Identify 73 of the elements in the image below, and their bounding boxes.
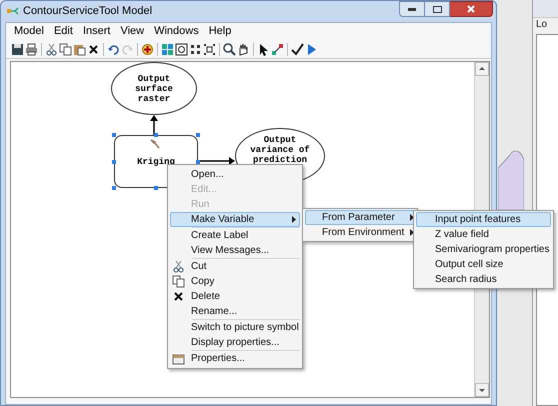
pointer-icon[interactable] bbox=[257, 42, 270, 56]
node-label: Kriging bbox=[137, 156, 175, 166]
menu-item[interactable]: Delete bbox=[170, 289, 300, 304]
menu-item[interactable]: From Parameter bbox=[305, 210, 415, 225]
menu-item[interactable]: Properties... bbox=[170, 351, 300, 366]
scissors-icon[interactable] bbox=[45, 42, 58, 56]
menu-item[interactable]: Semivariogram properties bbox=[416, 242, 551, 257]
menu-item[interactable]: Output cell size bbox=[416, 257, 551, 272]
menu-item[interactable]: Input point features bbox=[416, 212, 551, 227]
selection-handle[interactable] bbox=[154, 133, 158, 137]
copy-icon[interactable] bbox=[59, 42, 72, 56]
copy-icon bbox=[172, 275, 185, 288]
save-icon[interactable] bbox=[11, 42, 24, 56]
hammer-icon bbox=[149, 138, 160, 149]
menu-item[interactable]: Make Variable bbox=[170, 212, 300, 227]
menu-item[interactable]: Edit bbox=[48, 24, 78, 39]
selection-handle[interactable] bbox=[196, 160, 200, 164]
menu-item[interactable]: Help bbox=[204, 24, 236, 39]
menu-item[interactable]: Insert bbox=[78, 24, 116, 39]
delete-icon[interactable] bbox=[87, 42, 100, 56]
model-icon bbox=[7, 6, 19, 16]
zoom-in-fixed-icon[interactable] bbox=[189, 42, 202, 56]
submenu-arrow-icon bbox=[410, 229, 414, 236]
magnifier-icon[interactable] bbox=[223, 42, 236, 56]
menu-item[interactable]: Rename... bbox=[170, 304, 300, 319]
minimize-button[interactable] bbox=[399, 1, 425, 17]
paste-icon[interactable] bbox=[73, 42, 86, 56]
minimize-icon bbox=[408, 8, 416, 10]
connector-arrow bbox=[150, 115, 158, 135]
run-icon[interactable] bbox=[305, 42, 318, 56]
submenu-arrow-icon bbox=[410, 214, 414, 221]
menu-item[interactable]: Switch to picture symbol bbox=[170, 320, 300, 335]
grid-icon[interactable] bbox=[161, 42, 174, 56]
menu-item[interactable]: View Messages... bbox=[170, 243, 300, 258]
close-button[interactable] bbox=[450, 1, 493, 17]
delete-icon bbox=[172, 290, 185, 303]
selection-handle[interactable] bbox=[112, 133, 116, 137]
printer-icon[interactable] bbox=[25, 42, 38, 56]
restore-icon bbox=[432, 6, 442, 12]
panel-label: Lo bbox=[535, 18, 548, 32]
scroll-down-icon[interactable] bbox=[475, 383, 489, 397]
menu-item[interactable]: Cut bbox=[170, 259, 300, 274]
maximize-button[interactable] bbox=[425, 1, 450, 17]
menu-item[interactable]: Display properties... bbox=[170, 335, 300, 350]
undo-icon[interactable] bbox=[107, 42, 120, 56]
scroll-up-icon[interactable] bbox=[475, 62, 489, 76]
menu-item[interactable]: Create Label bbox=[170, 228, 300, 243]
menu-item[interactable]: Search radius bbox=[416, 272, 551, 287]
add-data-icon[interactable] bbox=[141, 42, 154, 56]
window-title: ContourServiceTool Model bbox=[23, 4, 152, 20]
data-node[interactable]: Output surface raster bbox=[111, 62, 197, 115]
connect-icon[interactable] bbox=[271, 42, 284, 56]
menu-item[interactable]: Windows bbox=[149, 24, 204, 39]
selection-handle[interactable] bbox=[112, 160, 116, 164]
node-label: Output surface raster bbox=[135, 74, 173, 104]
submenu-arrow-icon bbox=[292, 216, 296, 223]
check-icon[interactable] bbox=[291, 42, 304, 56]
scissors-icon bbox=[172, 260, 185, 273]
close-icon bbox=[467, 5, 475, 13]
zoom-out-fixed-icon[interactable] bbox=[203, 42, 216, 56]
selection-handle[interactable] bbox=[196, 133, 200, 137]
menu-item[interactable]: From Environment bbox=[305, 225, 415, 240]
menu-item[interactable]: Model bbox=[9, 24, 49, 39]
menu-item[interactable]: Copy bbox=[170, 274, 300, 289]
menu-item[interactable]: Z value field bbox=[416, 227, 551, 242]
menu-item[interactable]: View bbox=[115, 24, 150, 39]
selection-handle[interactable] bbox=[112, 186, 116, 190]
selection-handle[interactable] bbox=[154, 186, 158, 190]
hand-icon[interactable] bbox=[237, 42, 250, 56]
node-label: Output variance of prediction bbox=[250, 135, 310, 165]
connector-arrow bbox=[198, 157, 235, 165]
full-extent-icon[interactable] bbox=[175, 42, 188, 56]
properties-icon bbox=[172, 352, 185, 365]
